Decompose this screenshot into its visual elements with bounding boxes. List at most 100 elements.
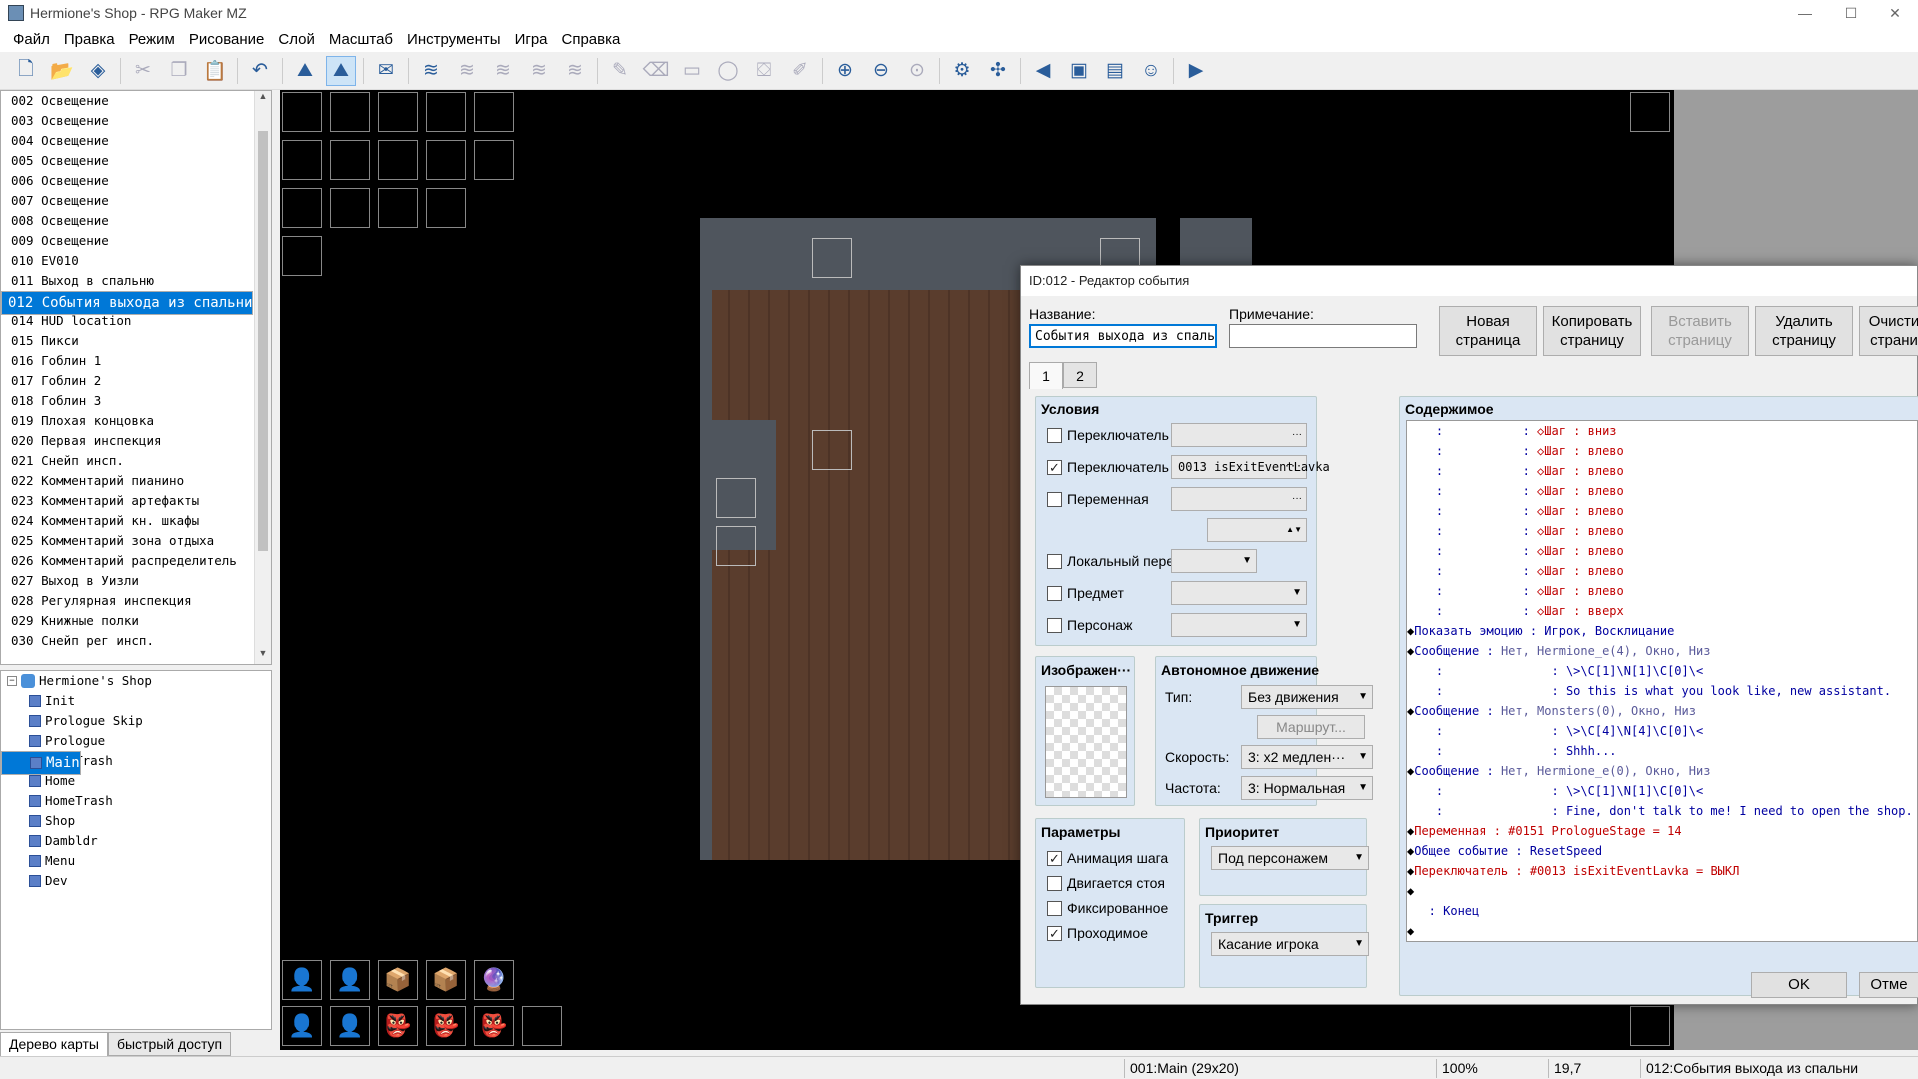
tab-page-1[interactable]: 1 bbox=[1029, 362, 1063, 389]
menu-draw[interactable]: Рисование bbox=[182, 31, 272, 48]
event-tile[interactable] bbox=[812, 238, 852, 278]
undo-icon[interactable]: ↶ bbox=[245, 56, 275, 86]
command-line[interactable]: : : ◇Шаг : влево bbox=[1407, 561, 1917, 581]
event-mode-icon[interactable]: ⛰ bbox=[326, 55, 356, 86]
zoom-in-icon[interactable]: ⊕ bbox=[830, 56, 860, 86]
clear-page-button[interactable]: Очисти страни bbox=[1859, 306, 1918, 356]
stepping-anim-checkbox[interactable] bbox=[1047, 876, 1062, 891]
command-line[interactable]: ◆ bbox=[1407, 921, 1917, 941]
event-list-item[interactable]: 006 Освещение bbox=[1, 171, 271, 191]
command-line[interactable]: : : Shhh... bbox=[1407, 741, 1917, 761]
event-tile[interactable] bbox=[282, 140, 322, 180]
layer-3-icon[interactable]: ≋ bbox=[488, 56, 518, 86]
tab-map-tree[interactable]: Дерево карты bbox=[0, 1032, 108, 1056]
event-list-item[interactable]: 008 Освещение bbox=[1, 211, 271, 231]
paste-page-button[interactable]: Вставить страницу bbox=[1651, 306, 1749, 356]
sprite-tile[interactable]: 👺 bbox=[426, 1006, 466, 1046]
event-tile[interactable] bbox=[474, 140, 514, 180]
copy-icon[interactable]: ❐ bbox=[164, 56, 194, 86]
command-line[interactable]: : : ◇Шаг : влево bbox=[1407, 461, 1917, 481]
command-line[interactable]: : : ◇Шаг : влево bbox=[1407, 521, 1917, 541]
route-button[interactable]: Маршрут... bbox=[1257, 715, 1365, 739]
command-line[interactable]: : : ◇Шаг : влево bbox=[1407, 581, 1917, 601]
command-line[interactable]: ◆Сообщение : Нет, Monsters(0), Окно, Низ bbox=[1407, 701, 1917, 721]
event-list-item[interactable]: 023 Комментарий артефакты bbox=[1, 491, 271, 511]
command-line[interactable]: : : ◇Шаг : вверх bbox=[1407, 601, 1917, 621]
menu-file[interactable]: Файл bbox=[6, 31, 57, 48]
event-tile[interactable] bbox=[1630, 92, 1670, 132]
save-icon[interactable]: ◈ bbox=[83, 56, 113, 86]
switch1-checkbox[interactable] bbox=[1047, 428, 1062, 443]
command-line[interactable]: : : ◇Шаг : влево bbox=[1407, 481, 1917, 501]
command-line[interactable]: ◆Показать эмоцию : Игрок, Восклицание bbox=[1407, 621, 1917, 641]
type-select[interactable]: Без движения ▼ bbox=[1241, 685, 1373, 709]
database-icon[interactable]: ⚙ bbox=[947, 56, 977, 86]
map-tree-item[interactable]: Prologue bbox=[1, 731, 271, 751]
zoom-actual-icon[interactable]: ⊙ bbox=[902, 56, 932, 86]
layer-4-icon[interactable]: ≋ bbox=[524, 56, 554, 86]
event-tile[interactable] bbox=[522, 1006, 562, 1046]
layer-1-icon[interactable]: ≋ bbox=[416, 56, 446, 86]
event-list-item[interactable]: 019 Плохая концовка bbox=[1, 411, 271, 431]
through-checkbox[interactable]: ✓ bbox=[1047, 926, 1062, 941]
ok-button[interactable]: OK bbox=[1751, 972, 1847, 998]
note-input[interactable] bbox=[1229, 324, 1417, 348]
event-list-item[interactable]: 026 Комментарий распределитель bbox=[1, 551, 271, 571]
plugin-icon[interactable]: ✣ bbox=[983, 56, 1013, 86]
command-line[interactable]: : : ◇Шаг : влево bbox=[1407, 541, 1917, 561]
layer-auto-icon[interactable]: ≋ bbox=[560, 56, 590, 86]
event-tile[interactable] bbox=[426, 188, 466, 228]
map-tree-item[interactable]: HomeTrash bbox=[1, 791, 271, 811]
item-select[interactable]: ▼ bbox=[1171, 581, 1307, 605]
speed-select[interactable]: 3: x2 медлен··· ▼ bbox=[1241, 745, 1373, 769]
variable-select[interactable]: ··· bbox=[1171, 487, 1307, 511]
event-list-item[interactable]: 002 Освещение bbox=[1, 91, 271, 111]
event-list-item[interactable]: 024 Комментарий кн. шкафы bbox=[1, 511, 271, 531]
close-button[interactable]: ✕ bbox=[1872, 0, 1918, 26]
sprite-tile[interactable]: 👺 bbox=[474, 1006, 514, 1046]
event-list-item[interactable]: 005 Освещение bbox=[1, 151, 271, 171]
sprite-tile[interactable]: 👤 bbox=[282, 1006, 322, 1046]
item-checkbox[interactable] bbox=[1047, 586, 1062, 601]
sprite-tile[interactable]: 🔮 bbox=[474, 960, 514, 1000]
character-generator-icon[interactable]: ☺ bbox=[1136, 56, 1166, 86]
map-tree-item[interactable]: Init bbox=[1, 691, 271, 711]
map-tree-item[interactable]: Shop bbox=[1, 811, 271, 831]
event-tile[interactable] bbox=[330, 140, 370, 180]
eraser-icon[interactable]: ⌫ bbox=[641, 56, 671, 86]
event-tile[interactable] bbox=[330, 92, 370, 132]
variable-checkbox[interactable] bbox=[1047, 492, 1062, 507]
event-contents-list[interactable]: : : ◇Шаг : вниз : : ◇Шаг : влево : : ◇Ша… bbox=[1406, 420, 1918, 942]
menu-layer[interactable]: Слой bbox=[271, 31, 321, 48]
menu-mode[interactable]: Режим bbox=[122, 31, 182, 48]
ellipse-icon[interactable]: ◯ bbox=[713, 56, 743, 86]
tab-quick-access[interactable]: быстрый доступ bbox=[107, 1032, 232, 1056]
direction-fix-checkbox[interactable] bbox=[1047, 901, 1062, 916]
menu-tools[interactable]: Инструменты bbox=[400, 31, 508, 48]
map-tree-item[interactable]: Main bbox=[1, 751, 81, 775]
actor-select[interactable]: ▼ bbox=[1171, 613, 1307, 637]
sprite-tile[interactable]: 👺 bbox=[378, 1006, 418, 1046]
command-line[interactable]: : : Fine, don't talk to me! I need to op… bbox=[1407, 801, 1917, 821]
sprite-tile[interactable]: 👤 bbox=[330, 1006, 370, 1046]
event-image[interactable] bbox=[1045, 686, 1127, 798]
command-line[interactable]: : : So this is what you look like, new a… bbox=[1407, 681, 1917, 701]
collapse-icon[interactable]: − bbox=[7, 676, 17, 686]
walking-anim-checkbox[interactable]: ✓ bbox=[1047, 851, 1062, 866]
event-search-icon[interactable]: ▣ bbox=[1064, 56, 1094, 86]
command-line[interactable]: ◆Переключатель : #0013 isExitEventLavka … bbox=[1407, 861, 1917, 881]
command-line[interactable]: ◆Сообщение : Нет, Hermione_e(4), Окно, Н… bbox=[1407, 641, 1917, 661]
event-list-item[interactable]: 022 Комментарий пианино bbox=[1, 471, 271, 491]
menu-edit[interactable]: Правка bbox=[57, 31, 122, 48]
event-list-item[interactable]: 007 Освещение bbox=[1, 191, 271, 211]
playtest-icon[interactable]: ▶ bbox=[1181, 56, 1211, 86]
event-tile[interactable] bbox=[812, 430, 852, 470]
self-switch-checkbox[interactable] bbox=[1047, 554, 1062, 569]
event-list-item[interactable]: 028 Регулярная инспекция bbox=[1, 591, 271, 611]
sprite-tile[interactable]: 👤 bbox=[330, 960, 370, 1000]
minimize-button[interactable]: — bbox=[1782, 0, 1828, 26]
delete-page-button[interactable]: Удалить страницу bbox=[1755, 306, 1853, 356]
event-list-item[interactable]: 003 Освещение bbox=[1, 111, 271, 131]
paste-icon[interactable]: 📋 bbox=[200, 56, 230, 86]
zoom-out-icon[interactable]: ⊖ bbox=[866, 56, 896, 86]
